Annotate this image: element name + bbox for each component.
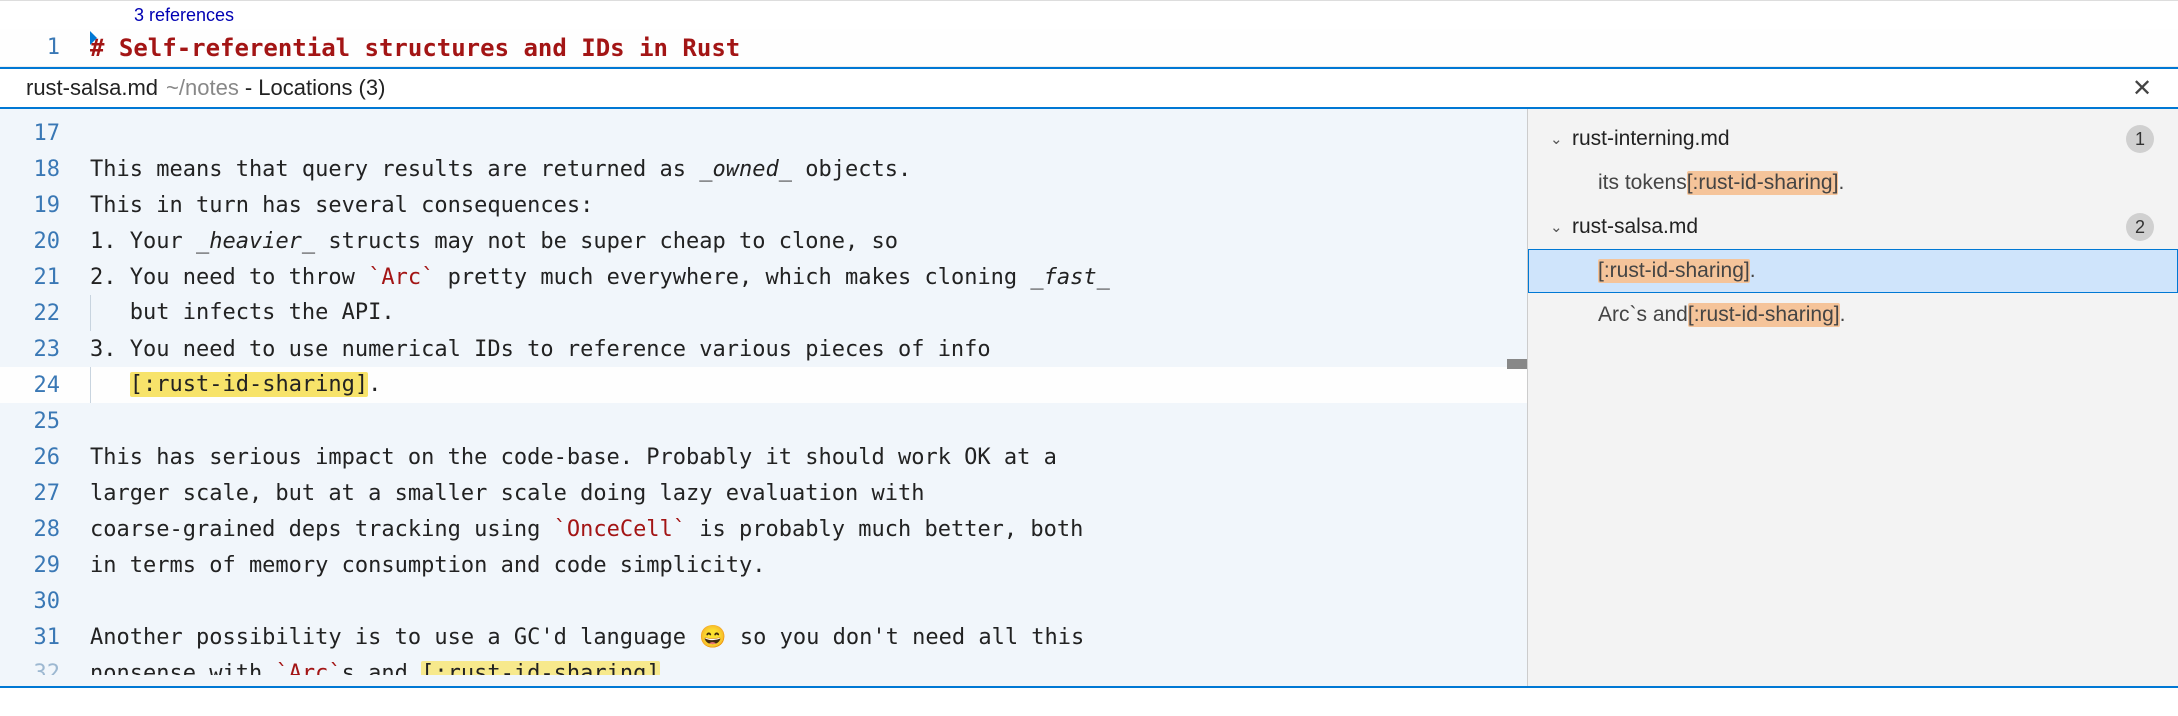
tree-file[interactable]: ⌄ rust-interning.md 1 <box>1528 117 2178 161</box>
code-line[interactable]: 22 but infects the API. <box>0 295 1527 331</box>
locations-bar: rust-salsa.md ~/notes - Locations (3) ✕ <box>0 67 2178 109</box>
code-line[interactable]: 19 This in turn has several consequences… <box>0 187 1527 223</box>
line-number: 1 <box>0 35 90 60</box>
match-highlight: [:rust-id-sharing] <box>130 372 368 397</box>
chevron-down-icon[interactable]: ⌄ <box>1550 218 1572 236</box>
match-text: Arc`s and <box>1598 303 1688 327</box>
code-content: This in turn has several consequences: <box>90 193 593 218</box>
line-number: 22 <box>0 301 90 326</box>
tree-match[interactable]: Arc`s and [:rust-id-sharing]. <box>1528 293 2178 337</box>
line-number: 32 <box>0 661 90 676</box>
match-highlight: [:rust-id-sharing] <box>1688 303 1840 327</box>
title-line[interactable]: 1 # Self-referential structures and IDs … <box>0 29 2178 67</box>
code-content: coarse-grained deps tracking using `Once… <box>90 517 1083 542</box>
code-content: but infects the API. <box>90 295 395 331</box>
code-content: larger scale, but at a smaller scale doi… <box>90 481 924 506</box>
line-number: 21 <box>0 265 90 290</box>
code-line[interactable]: 29 in terms of memory consumption and co… <box>0 547 1527 583</box>
match-count-badge: 1 <box>2126 125 2154 153</box>
peek-tree-pane[interactable]: ⌄ rust-interning.md 1 its tokens [:rust-… <box>1527 109 2178 686</box>
line-number: 30 <box>0 589 90 614</box>
code-line[interactable]: 28 coarse-grained deps tracking using `O… <box>0 511 1527 547</box>
tree-match[interactable]: its tokens [:rust-id-sharing]. <box>1528 161 2178 205</box>
code-line[interactable]: 17 <box>0 115 1527 151</box>
current-line-marker <box>90 31 97 45</box>
match-text: . <box>1750 259 1756 283</box>
line-number: 26 <box>0 445 90 470</box>
match-text: . <box>1838 171 1844 195</box>
code-content: 2. You need to throw `Arc` pretty much e… <box>90 265 1110 290</box>
line-number: 29 <box>0 553 90 578</box>
code-line[interactable]: 18 This means that query results are ret… <box>0 151 1527 187</box>
code-content: This means that query results are return… <box>90 157 911 182</box>
match-text: its tokens <box>1598 171 1687 195</box>
close-icon[interactable]: ✕ <box>2128 74 2156 102</box>
peek-code-pane[interactable]: 16 17 18 This means that query results a… <box>0 109 1527 686</box>
code-content: in terms of memory consumption and code … <box>90 553 766 578</box>
code-content: nonsense with `Arc`s and [:rust-id-shari… <box>90 661 660 676</box>
tree-file-name: rust-salsa.md <box>1572 215 1698 239</box>
location-path: ~/notes <box>166 75 239 101</box>
line-number: 27 <box>0 481 90 506</box>
code-line[interactable]: 31 Another possibility is to use a GC'd … <box>0 619 1527 655</box>
overview-ruler[interactable] <box>1507 109 1527 686</box>
match-highlight: [:rust-id-sharing] <box>1687 171 1839 195</box>
code-line[interactable]: 23 3. You need to use numerical IDs to r… <box>0 331 1527 367</box>
chevron-down-icon[interactable]: ⌄ <box>1550 130 1572 148</box>
location-count: - Locations (3) <box>245 75 386 101</box>
line-number: 31 <box>0 625 90 650</box>
line-number: 24 <box>0 373 90 398</box>
code-content: Another possibility is to use a GC'd lan… <box>90 625 1084 650</box>
code-line[interactable]: 25 <box>0 403 1527 439</box>
match-highlight: [:rust-id-sharing] <box>421 661 659 676</box>
tree-file[interactable]: ⌄ rust-salsa.md 2 <box>1528 205 2178 249</box>
line-number: 20 <box>0 229 90 254</box>
line-number: 28 <box>0 517 90 542</box>
line-number: 25 <box>0 409 90 434</box>
tree-match-selected[interactable]: [:rust-id-sharing]. <box>1528 249 2178 293</box>
line-number: 23 <box>0 337 90 362</box>
code-line-current[interactable]: 24 [:rust-id-sharing]. <box>0 367 1527 403</box>
code-content: 3. You need to use numerical IDs to refe… <box>90 337 991 362</box>
line-number: 18 <box>0 157 90 182</box>
peek-view-split: 16 17 18 This means that query results a… <box>0 109 2178 688</box>
line-number: 19 <box>0 193 90 218</box>
codelens-references[interactable]: 3 references <box>0 1 2178 29</box>
match-count-badge: 2 <box>2126 213 2154 241</box>
overview-thumb[interactable] <box>1507 359 1527 369</box>
match-text: . <box>1840 303 1846 327</box>
code-line[interactable]: 27 larger scale, but at a smaller scale … <box>0 475 1527 511</box>
tree-file-name: rust-interning.md <box>1572 127 1730 151</box>
code-line[interactable]: 32 nonsense with `Arc`s and [:rust-id-sh… <box>0 655 1527 675</box>
code-line[interactable]: 20 1. Your _heavier_ structs may not be … <box>0 223 1527 259</box>
line-number: 17 <box>0 121 90 146</box>
code-content: [:rust-id-sharing]. <box>90 367 381 403</box>
code-content: 1. Your _heavier_ structs may not be sup… <box>90 229 898 254</box>
code-line[interactable]: 16 <box>0 109 1527 113</box>
code-line[interactable]: 26 This has serious impact on the code-b… <box>0 439 1527 475</box>
top-editor-pane: 3 references 1 # Self-referential struct… <box>0 0 2178 67</box>
markdown-heading: # Self-referential structures and IDs in… <box>90 34 740 62</box>
code-line[interactable]: 30 <box>0 583 1527 619</box>
location-filename: rust-salsa.md <box>26 75 158 101</box>
code-content: This has serious impact on the code-base… <box>90 445 1057 470</box>
match-highlight: [:rust-id-sharing] <box>1598 259 1750 283</box>
code-line[interactable]: 21 2. You need to throw `Arc` pretty muc… <box>0 259 1527 295</box>
